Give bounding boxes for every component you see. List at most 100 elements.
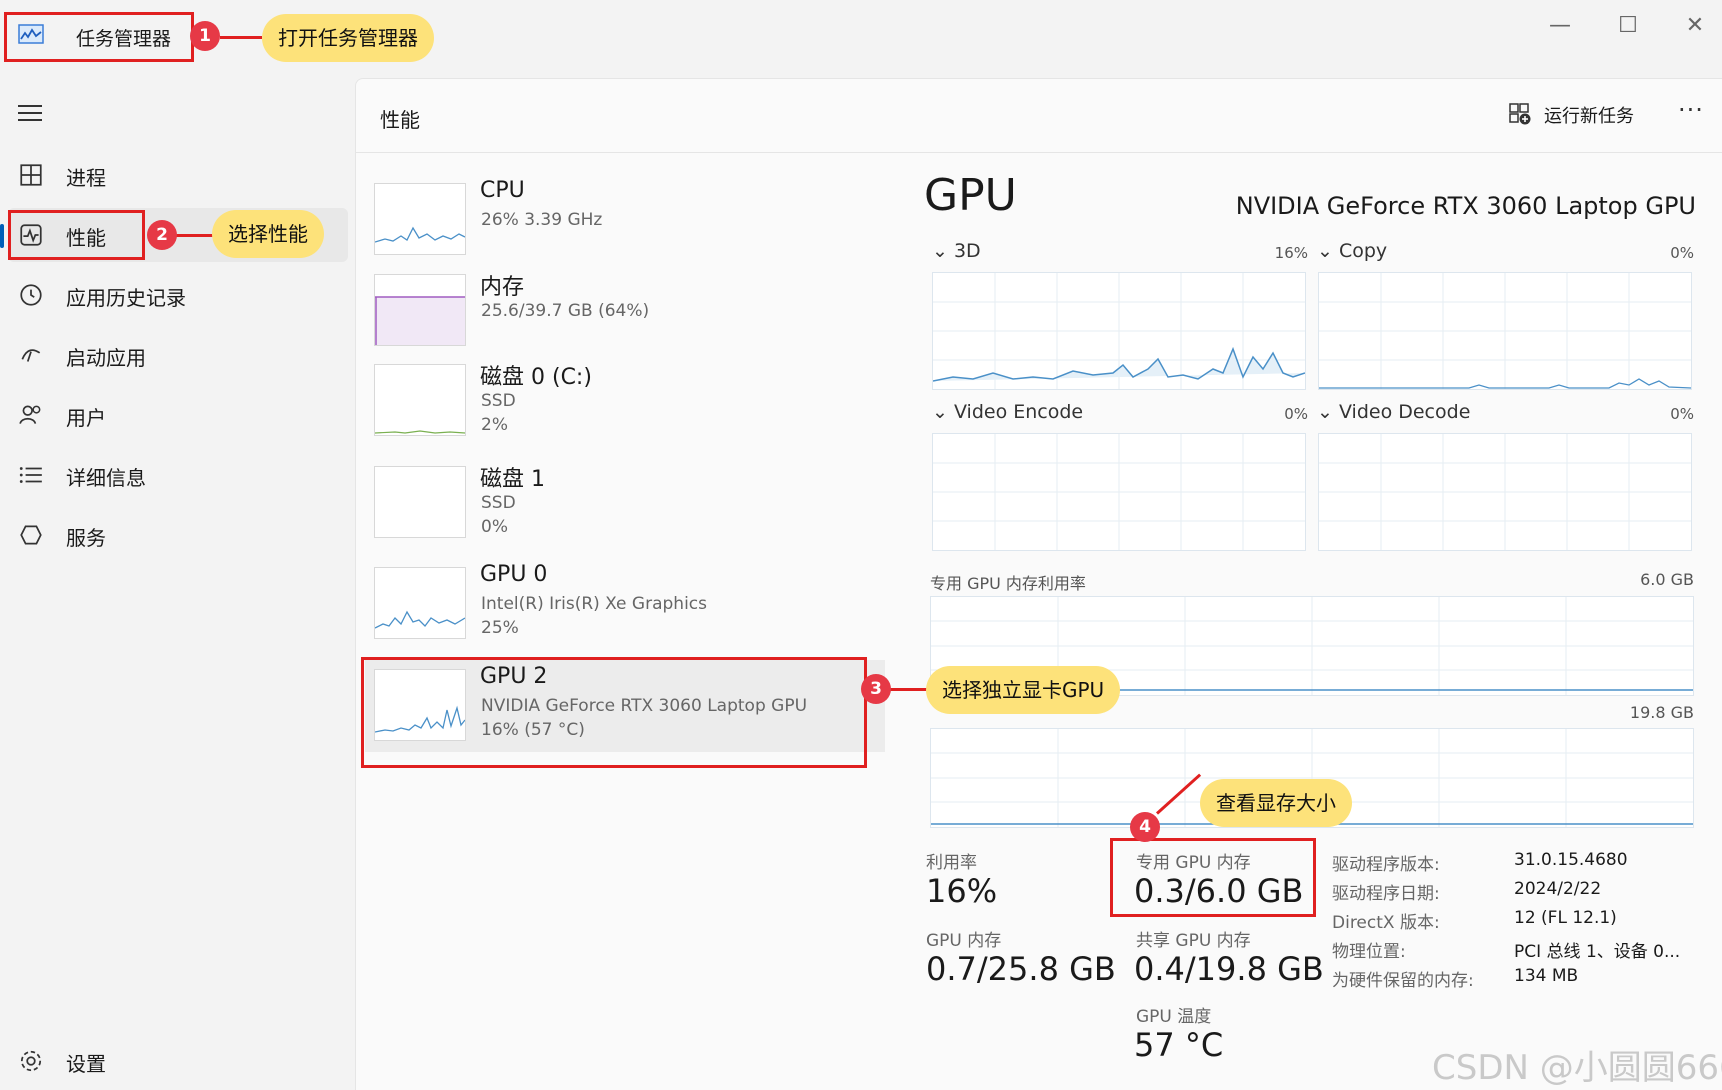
- annotation-number-3: 3: [861, 674, 891, 704]
- graph-3d-label[interactable]: ⌄ 3D: [932, 240, 981, 262]
- annotation-box-4: [1110, 838, 1316, 917]
- device-detail: Intel(R) Iris(R) Xe Graphics: [481, 594, 707, 614]
- sidebar-item-label: 进程: [66, 166, 106, 190]
- annotation-number-4: 4: [1130, 812, 1160, 842]
- sidebar-item-users[interactable]: 用户: [8, 388, 348, 442]
- gear-icon: [20, 1050, 42, 1072]
- graph-video-decode: [1318, 433, 1692, 551]
- graph-title: Video Decode: [1338, 401, 1471, 423]
- cpu-thumbnail-graph: [374, 183, 466, 255]
- graph-3d: [932, 272, 1306, 390]
- annotation-bubble-4: 查看显存大小: [1200, 779, 1352, 827]
- sidebar-item-settings[interactable]: 设置: [8, 1034, 348, 1088]
- annotation-number-1: 1: [190, 21, 220, 51]
- graph-copy: [1318, 272, 1692, 390]
- sidebar-item-label: 设置: [66, 1052, 106, 1076]
- device-cpu[interactable]: CPU 26% 3.39 GHz: [365, 174, 885, 266]
- device-memory[interactable]: 内存 25.6/39.7 GB (64%): [365, 265, 885, 357]
- gpu-memory-value: 0.7/25.8 GB: [926, 950, 1116, 988]
- sidebar-item-details[interactable]: 详细信息: [8, 448, 348, 502]
- sidebar-item-app-history[interactable]: 应用历史记录: [8, 268, 348, 322]
- disk1-thumbnail-graph: [374, 466, 466, 538]
- annotation-box-3: [361, 657, 867, 768]
- graph-video-decode-percent: 0%: [1670, 405, 1694, 423]
- gpu-detail-title: GPU: [924, 170, 1017, 221]
- device-detail: SSD: [481, 493, 516, 513]
- physical-location-label: 物理位置:: [1332, 942, 1406, 962]
- gpu-temperature-label: GPU 温度: [1136, 1007, 1212, 1027]
- annotation-bubble-3: 选择独立显卡GPU: [926, 666, 1121, 714]
- details-icon: [19, 467, 42, 483]
- graph-copy-percent: 0%: [1670, 244, 1694, 262]
- driver-date-value: 2024/2/22: [1514, 879, 1602, 899]
- run-task-icon: [1509, 103, 1531, 125]
- graph-title: 3D: [953, 240, 981, 262]
- device-detail: 26% 3.39 GHz: [481, 210, 603, 230]
- annotation-line-1: [220, 36, 262, 39]
- active-indicator: [0, 224, 4, 248]
- graph-copy-label[interactable]: ⌄ Copy: [1317, 240, 1387, 262]
- sidebar-item-label: 详细信息: [66, 466, 146, 490]
- chevron-down-icon: ⌄: [1317, 240, 1339, 262]
- directx-version-value: 12 (FL 12.1): [1514, 908, 1617, 928]
- users-icon: [19, 405, 41, 424]
- driver-version-value: 31.0.15.4680: [1514, 850, 1628, 870]
- maximize-button[interactable]: ☐: [1603, 8, 1653, 44]
- device-name: 磁盘 0 (C:): [480, 365, 592, 390]
- disk0-thumbnail-graph: [374, 364, 466, 436]
- shared-gpu-memory-value: 0.4/19.8 GB: [1134, 950, 1324, 988]
- device-usage: 25%: [481, 618, 519, 638]
- chevron-down-icon: ⌄: [932, 240, 954, 262]
- annotation-number-2: 2: [147, 220, 177, 250]
- sidebar-item-services[interactable]: 服务: [8, 508, 348, 562]
- device-name: GPU 0: [480, 562, 548, 587]
- device-disk-0[interactable]: 磁盘 0 (C:) SSD 2%: [365, 355, 885, 447]
- driver-date-label: 驱动程序日期:: [1332, 884, 1440, 904]
- memory-thumbnail-graph: [374, 274, 466, 346]
- graph-video-encode: [932, 433, 1306, 551]
- gpu-temperature-value: 57 °C: [1134, 1026, 1224, 1064]
- minimize-button[interactable]: —: [1535, 8, 1585, 44]
- utilization-label: 利用率: [926, 853, 977, 873]
- physical-location-value: PCI 总线 1、设备 0...: [1514, 942, 1681, 962]
- watermark: CSDN @小圆圆666: [1432, 1048, 1722, 1088]
- dedicated-memory-max: 6.0 GB: [1640, 570, 1694, 589]
- sidebar-item-processes[interactable]: 进程: [8, 148, 348, 202]
- run-task-label: 运行新任务: [1544, 106, 1634, 127]
- close-button[interactable]: ✕: [1670, 8, 1720, 44]
- device-disk-1[interactable]: 磁盘 1 SSD 0%: [365, 457, 885, 549]
- graph-video-encode-label[interactable]: ⌄ Video Encode: [932, 401, 1083, 423]
- services-icon: [20, 525, 42, 545]
- more-options-button[interactable]: ···: [1678, 96, 1704, 124]
- hardware-reserved-memory-label: 为硬件保留的内存:: [1332, 971, 1474, 991]
- shared-memory-max: 19.8 GB: [1629, 703, 1694, 722]
- graph-title: Copy: [1338, 240, 1388, 262]
- device-detail: SSD: [481, 391, 516, 411]
- chevron-down-icon: ⌄: [1317, 401, 1339, 423]
- startup-icon: [21, 349, 41, 362]
- driver-version-label: 驱动程序版本:: [1332, 855, 1440, 875]
- device-name: 磁盘 1: [480, 467, 545, 492]
- shared-gpu-memory-label: 共享 GPU 内存: [1136, 931, 1251, 951]
- annotation-box-2: [8, 210, 145, 260]
- sidebar-item-startup[interactable]: 启动应用: [8, 328, 348, 382]
- annotation-box-1: [4, 12, 194, 62]
- device-detail: 25.6/39.7 GB (64%): [481, 301, 650, 321]
- chevron-down-icon: ⌄: [932, 401, 954, 423]
- annotation-line-3: [890, 688, 930, 691]
- graph-video-decode-label[interactable]: ⌄ Video Decode: [1317, 401, 1470, 423]
- sidebar-item-label: 服务: [66, 526, 106, 550]
- hamburger-icon[interactable]: [18, 103, 42, 123]
- gpu-memory-label: GPU 内存: [926, 931, 1002, 951]
- annotation-bubble-2: 选择性能: [212, 210, 324, 258]
- sidebar-item-label: 应用历史记录: [66, 286, 186, 310]
- dedicated-memory-graph-label: 专用 GPU 内存利用率: [930, 574, 1086, 593]
- page-title: 性能: [380, 108, 420, 132]
- device-usage: 2%: [481, 415, 508, 435]
- device-usage: 0%: [481, 517, 508, 537]
- device-gpu-0[interactable]: GPU 0 Intel(R) Iris(R) Xe Graphics 25%: [365, 558, 885, 650]
- processes-icon: [20, 164, 42, 186]
- annotation-line-2: [176, 234, 216, 237]
- device-name: 内存: [480, 275, 525, 300]
- graph-video-encode-percent: 0%: [1284, 405, 1308, 423]
